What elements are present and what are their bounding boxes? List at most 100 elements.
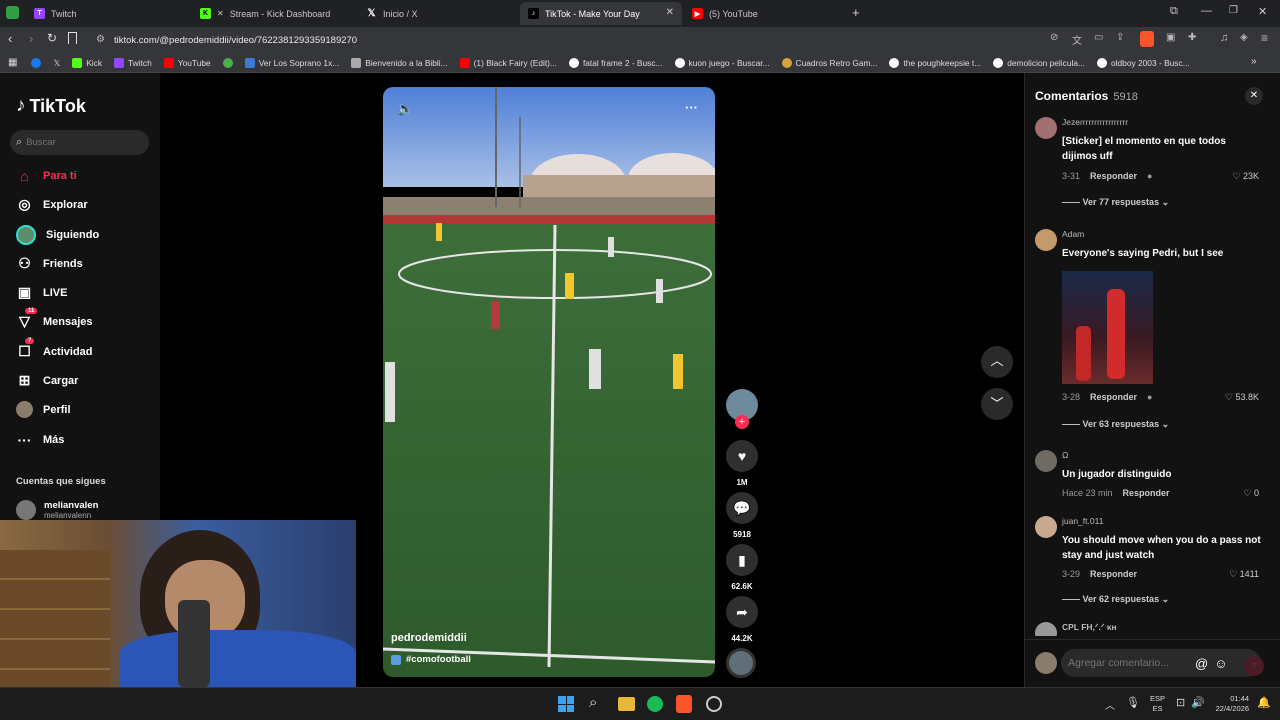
apps-grid-icon[interactable]: ▦ (8, 57, 17, 68)
vpn-icon[interactable]: ◈ (1240, 32, 1248, 43)
site-settings-icon[interactable]: ⚙ (96, 34, 105, 45)
close-tab-icon[interactable]: ✕ (666, 7, 674, 18)
language-indicator[interactable]: ESP ES (1150, 694, 1165, 714)
bookmark-icon[interactable] (68, 32, 77, 44)
nav-mas[interactable]: ··· Más (16, 431, 65, 448)
music-disc-button[interactable] (726, 648, 758, 678)
follow-plus-icon[interactable]: + (735, 415, 749, 429)
avatar[interactable] (1035, 516, 1057, 538)
close-window-icon[interactable]: ✕ (1258, 5, 1267, 18)
search-icon[interactable]: ⌕ (589, 694, 597, 711)
wallet-icon[interactable]: ▣ (1166, 32, 1175, 43)
bookmark-item[interactable]: Cuadros Retro Gam... (781, 57, 877, 68)
cast-icon[interactable]: ▭ (1094, 32, 1103, 43)
new-tab-button[interactable]: + (852, 5, 860, 20)
bookmark-x[interactable]: 𝕏 (53, 58, 60, 68)
bookmark-item[interactable]: Bienvenido a la Bibli... (351, 57, 448, 68)
nav-live[interactable]: ▣ LIVE (16, 284, 68, 301)
video-caption[interactable]: #comofootball (391, 654, 471, 665)
nav-mensajes[interactable]: ▽ 11 Mensajes (16, 308, 93, 330)
spotify-icon[interactable] (647, 696, 663, 712)
network-icon[interactable]: ⊡ (1176, 696, 1185, 709)
search-box[interactable]: ⌕ (10, 130, 149, 155)
brave-icon[interactable] (676, 695, 692, 713)
forward-icon[interactable]: › (29, 31, 33, 46)
tab-youtube[interactable]: ▶ (5) YouTube (684, 2, 848, 25)
nav-siguiendo[interactable]: Siguiendo (16, 225, 99, 245)
mention-icon[interactable]: @ (1195, 656, 1208, 671)
bookmark-item[interactable]: Twitch (114, 57, 152, 68)
close-comments-icon[interactable]: ✕ (1245, 87, 1263, 105)
creator-avatar-button[interactable]: + (726, 389, 758, 435)
reply-button[interactable]: Responder (1090, 392, 1137, 402)
comment-likes[interactable]: ♡ 0 (1243, 488, 1259, 499)
avatar[interactable] (1035, 450, 1057, 472)
bookmark-item[interactable]: fatal frame 2 - Busc... (568, 57, 663, 68)
comment-user[interactable]: juan_ft.011 (1062, 516, 1103, 526)
profile-icon[interactable] (6, 6, 19, 19)
reply-button[interactable]: Responder (1123, 488, 1170, 498)
reply-button[interactable]: Responder (1090, 569, 1137, 579)
comment-user[interactable]: CPL FH,ᐟ.ᐟ ĸн (1062, 622, 1117, 633)
obs-icon[interactable] (706, 696, 722, 712)
avatar[interactable] (1035, 117, 1057, 139)
file-explorer-icon[interactable] (618, 697, 635, 711)
comment-likes[interactable]: ♡ 53.8K (1225, 392, 1259, 403)
address-bar[interactable]: ⚙ tiktok.com/@pedrodemiddii/video/762238… (88, 30, 1178, 50)
tiktok-logo[interactable]: ♪ TikTok (16, 95, 86, 117)
bookmark-item[interactable]: kuon juego - Buscar... (674, 57, 770, 68)
bookmark-item[interactable] (222, 57, 233, 68)
bookmarks-overflow-icon[interactable]: » (1251, 56, 1257, 67)
tab-twitch[interactable]: T Twitch (26, 2, 190, 25)
tab-x[interactable]: 𝕏 Inicio / X (358, 2, 522, 25)
nav-perfil[interactable]: Perfil (16, 401, 71, 418)
view-replies-button[interactable]: —— Ver 62 respuestas ⌄ (1062, 594, 1169, 605)
extensions-puzzle-icon[interactable]: ✚ (1188, 32, 1196, 43)
bookmark-item[interactable]: the poughkeepsie t... (889, 57, 981, 68)
comment-likes[interactable]: ♡ 23K (1232, 171, 1259, 182)
bookmark-item[interactable]: Kick (72, 57, 102, 68)
comment-likes[interactable]: ♡ 1411 (1229, 569, 1259, 580)
bookmark-item[interactable]: Ver Los Soprano 1x... (244, 57, 339, 68)
tray-overflow-icon[interactable]: ︿ (1105, 697, 1115, 712)
nav-cargar[interactable]: ⊞ Cargar (16, 372, 79, 389)
search-input[interactable] (26, 137, 137, 148)
tab-tiktok[interactable]: ♪ TikTok - Make Your Day ✕ (520, 2, 682, 25)
view-replies-button[interactable]: —— Ver 77 respuestas ⌄ (1062, 197, 1169, 208)
volume-icon[interactable]: 🔊 (1191, 696, 1205, 709)
media-icon[interactable]: ♫ (1220, 32, 1228, 44)
previous-video-button[interactable]: ︿ (981, 346, 1013, 378)
back-icon[interactable]: ‹ (8, 31, 12, 46)
nav-actividad[interactable]: ☐ 7 Actividad (16, 338, 93, 360)
clock[interactable]: 01:44 22/4/2026 (1209, 694, 1249, 714)
comment-input[interactable] (1068, 657, 1193, 669)
comment-image-attachment[interactable] (1062, 271, 1153, 384)
emoji-icon[interactable]: ☺ (1214, 656, 1227, 671)
tab-kick[interactable]: K ✕ Stream - Kick Dashboard (192, 2, 356, 25)
like-button[interactable]: ♥ 1M (726, 440, 758, 487)
minimize-icon[interactable]: — (1201, 5, 1212, 17)
menu-icon[interactable]: ≡ (1261, 31, 1268, 45)
reply-button[interactable]: Responder (1090, 171, 1137, 181)
comment-user[interactable]: Jezerrrrrrrrrrrrrrrrr (1062, 117, 1128, 127)
reload-icon[interactable]: ↻ (47, 31, 57, 45)
view-replies-button[interactable]: —— Ver 63 respuestas ⌄ (1062, 419, 1169, 430)
video-author[interactable]: pedrodemiddii (391, 632, 467, 644)
restore-icon[interactable]: ❐ (1229, 5, 1238, 16)
translate-icon[interactable]: 文 (1072, 32, 1082, 47)
comment-user[interactable]: Adam (1062, 229, 1084, 239)
brave-shield-icon[interactable] (1140, 31, 1154, 47)
avatar[interactable] (1035, 622, 1057, 636)
share-icon[interactable]: ⇪ (1116, 32, 1124, 43)
windows-start-icon[interactable] (558, 696, 574, 712)
nav-para-ti[interactable]: ⌂ Para ti (16, 167, 76, 184)
bookmark-item[interactable]: YouTube (163, 57, 211, 68)
bookmark-item[interactable]: oldboy 2003 - Busc... (1096, 57, 1190, 68)
send-button[interactable]: ↑ (1244, 656, 1264, 676)
notifications-icon[interactable]: 🔔 (1257, 696, 1271, 709)
nav-friends[interactable]: ⚇ Friends (16, 255, 83, 272)
nav-explorar[interactable]: ◎ Explorar (16, 196, 87, 213)
microphone-icon[interactable]: 🎙 (1126, 696, 1140, 709)
bookmark-facebook[interactable] (31, 57, 42, 68)
comment-input-box[interactable]: @ ☺ (1061, 649, 1261, 677)
